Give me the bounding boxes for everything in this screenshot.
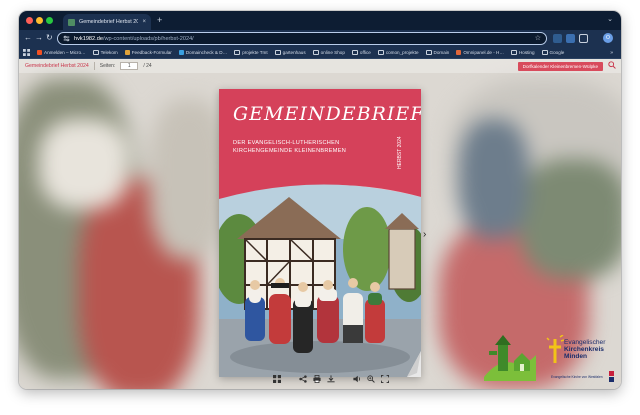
logo-square xyxy=(609,371,614,376)
document-title: Gemeindebrief Herbst 2024 xyxy=(25,63,89,69)
thumbnails-grid-icon[interactable] xyxy=(273,375,281,383)
zoom-in-icon[interactable] xyxy=(367,375,375,383)
extension-icon[interactable] xyxy=(553,34,562,43)
cover-season: HERBST 2024 xyxy=(397,136,403,169)
minimize-window-button[interactable] xyxy=(36,17,43,24)
forward-arrow-icon[interactable]: → xyxy=(35,33,43,43)
apps-grid-icon[interactable] xyxy=(23,49,30,56)
bookmark-item[interactable]: office xyxy=(351,50,371,55)
tab-close-icon[interactable]: × xyxy=(142,19,146,25)
bookmark-item[interactable]: Domaincheck & D… xyxy=(178,50,227,55)
cover-page[interactable]: GEMEINDEBRIEF DER EVANGELISCH-LUTHERISCH… xyxy=(219,89,421,377)
kirchenkreis-logo: Evangelischer Kirchenkreis Minden Evange… xyxy=(546,331,616,385)
share-icon[interactable] xyxy=(299,375,307,383)
tab-bar: Gemeindebrief Herbst 2024 × + ⌄ xyxy=(19,11,621,30)
profile-avatar[interactable]: O xyxy=(603,33,613,43)
more-bookmarks-icon[interactable]: » xyxy=(610,50,613,56)
folder-icon xyxy=(377,50,384,55)
domaincheck-icon xyxy=(178,50,184,55)
cover-subtitle-line-2: KIRCHENGEMEINDE KLEINENBREMEN xyxy=(233,148,347,154)
back-arrow-icon[interactable]: ← xyxy=(24,33,32,43)
maximize-window-button[interactable] xyxy=(46,17,53,24)
url-input[interactable]: hvk1982.de /wp-content/uploads/pb/herbst… xyxy=(57,32,547,45)
bookmark-item[interactable]: Telekom xyxy=(92,50,118,55)
fullscreen-icon[interactable] xyxy=(381,375,389,383)
site-settings-icon[interactable] xyxy=(63,35,70,42)
bookmark-item[interactable]: online Shop xyxy=(312,50,345,55)
bookmark-item[interactable]: comon_projekte xyxy=(377,50,419,55)
extension-icon[interactable] xyxy=(566,34,575,43)
viewer-bottom-toolbar xyxy=(273,375,389,383)
bookmark-item[interactable]: Domain xyxy=(425,50,449,55)
browser-window: Gemeindebrief Herbst 2024 × + ⌄ ← → ↻ hv… xyxy=(19,11,621,389)
flipbook-viewer: Gemeindebrief Herbst 2024 Seiten: 1 / 24… xyxy=(19,59,621,389)
bookmark-item[interactable]: Hosting xyxy=(510,50,535,55)
total-pages: / 24 xyxy=(143,63,152,69)
new-tab-button[interactable]: + xyxy=(157,14,162,26)
bookmark-item[interactable]: Feedback-Formular xyxy=(124,50,172,55)
folder-icon xyxy=(541,50,548,55)
bookmark-item[interactable]: Google xyxy=(541,50,564,55)
download-icon[interactable] xyxy=(327,375,335,383)
kirchenkreis-name: Evangelischer Kirchenkreis Minden xyxy=(564,339,606,360)
bookmark-star-icon[interactable]: ☆ xyxy=(535,34,541,42)
village-logo xyxy=(484,335,536,381)
dorfkalender-button[interactable]: Dorfkalender Kleinenbremen-Wülpke xyxy=(517,62,603,71)
search-icon[interactable] xyxy=(608,61,616,69)
cover-subtitle-line-1: DER EVANGELISCH-LUTHERISCHEN xyxy=(233,140,340,146)
bookmarks-bar: Anmelden – Micro… Telekom Feedback-Formu… xyxy=(19,47,621,59)
folder-icon xyxy=(425,50,432,55)
tab-search-icon[interactable]: ⌄ xyxy=(607,15,613,23)
pages-label: Seiten: xyxy=(99,63,116,69)
folder-icon xyxy=(312,50,319,55)
cross-rays-icon xyxy=(546,335,564,363)
sound-icon[interactable] xyxy=(353,375,361,383)
browser-tab[interactable]: Gemeindebrief Herbst 2024 × xyxy=(63,14,151,30)
divider xyxy=(93,62,95,70)
print-icon[interactable] xyxy=(313,375,321,383)
folder-icon xyxy=(274,50,281,55)
bookmark-item[interactable]: gartenhaus xyxy=(274,50,306,55)
folder-icon xyxy=(234,50,241,55)
feedback-icon xyxy=(124,50,130,55)
cover-artwork xyxy=(219,89,421,377)
logo-square xyxy=(609,377,614,382)
bookmark-item[interactable]: projekte Tmt xyxy=(234,50,268,55)
next-page-arrow-icon[interactable]: › xyxy=(423,229,426,240)
url-path: /wp-content/uploads/pb/herbst-2024/ xyxy=(102,35,194,42)
url-host: hvk1982.de xyxy=(74,35,103,42)
extensions-puzzle-icon[interactable] xyxy=(579,34,588,43)
bookmark-item[interactable]: Omnipanel.de - H… xyxy=(456,50,504,55)
kirchenkreis-subline: Evangelische Kirche von Westfalen xyxy=(551,375,603,379)
reload-icon[interactable]: ↻ xyxy=(46,33,53,43)
address-bar-row: ← → ↻ hvk1982.de /wp-content/uploads/pb/… xyxy=(19,30,621,47)
folder-icon xyxy=(510,50,517,55)
bookmark-item[interactable]: Anmelden – Micro… xyxy=(37,50,86,55)
omnipanel-icon xyxy=(456,50,462,55)
folder-icon xyxy=(92,50,99,55)
folder-icon xyxy=(351,50,358,55)
tab-title: Gemeindebrief Herbst 2024 xyxy=(79,19,139,25)
close-window-button[interactable] xyxy=(26,17,33,24)
page-number-input[interactable]: 1 xyxy=(120,62,139,70)
site-favicon-icon xyxy=(68,18,75,26)
cover-title: GEMEINDEBRIEF xyxy=(233,103,421,125)
microsoft-icon xyxy=(37,50,42,55)
